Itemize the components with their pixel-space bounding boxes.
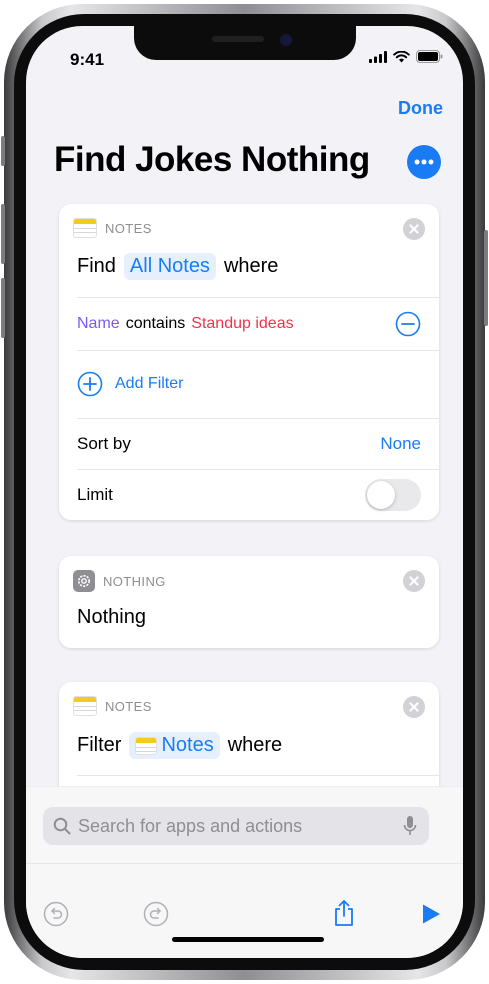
redo-icon[interactable]: [143, 901, 169, 927]
limit-label: Limit: [77, 485, 113, 504]
divider: [77, 469, 439, 470]
volume-down-button: [1, 278, 5, 338]
action-verb: Find: [77, 255, 116, 277]
notes-app-icon: [73, 218, 97, 238]
divider: [77, 775, 439, 776]
search-icon: [53, 817, 71, 835]
volume-up-button: [1, 204, 5, 264]
card-header: NOTES: [73, 696, 152, 716]
mute-switch: [1, 136, 5, 166]
play-icon[interactable]: [420, 903, 442, 925]
more-options-button[interactable]: [407, 145, 441, 179]
notch: [134, 26, 356, 60]
all-notes-token[interactable]: All Notes: [123, 253, 216, 280]
speaker: [212, 36, 264, 42]
divider: [77, 350, 439, 351]
sort-by-label: Sort by: [77, 434, 131, 453]
done-button[interactable]: Done: [398, 98, 443, 119]
front-camera: [280, 34, 292, 46]
battery-icon: [416, 50, 443, 63]
search-field[interactable]: Search for apps and actions: [43, 807, 429, 845]
divider: [77, 297, 439, 298]
search-placeholder: Search for apps and actions: [78, 815, 303, 836]
action-search-panel: Search for apps and actions: [26, 786, 463, 958]
limit-toggle[interactable]: [365, 479, 421, 511]
card-header: NOTES: [73, 218, 152, 238]
action-summary: Nothing: [77, 606, 146, 628]
card-header: NOTHING: [73, 570, 166, 592]
divider: [77, 418, 439, 419]
sort-by-value[interactable]: None: [380, 434, 421, 454]
cellular-signal-icon: [369, 50, 387, 63]
add-filter-row[interactable]: Add Filter: [77, 371, 421, 397]
status-icons: [369, 50, 443, 63]
status-time: 9:41: [70, 50, 105, 69]
notes-app-icon: [135, 736, 158, 755]
nothing-action-card: NOTHING Nothing: [59, 556, 439, 648]
action-summary: Filter Notes where: [77, 732, 282, 759]
card-app-label: NOTES: [105, 698, 152, 714]
power-button: [484, 230, 488, 326]
remove-action-button[interactable]: [403, 696, 425, 718]
add-filter-icon: [77, 371, 103, 397]
card-app-label: NOTHING: [103, 573, 166, 589]
action-verb: Filter: [77, 734, 122, 756]
filter-operator[interactable]: contains: [126, 315, 186, 333]
notes-token[interactable]: Notes: [129, 732, 220, 759]
wifi-icon: [393, 50, 410, 62]
toolbar-divider: [26, 863, 463, 864]
notes-app-icon: [73, 696, 97, 716]
find-notes-action-card: NOTES Find All Notes where Name contains…: [59, 204, 439, 520]
action-summary: Find All Notes where: [77, 253, 278, 280]
gear-icon: [73, 570, 95, 592]
microphone-icon[interactable]: [403, 815, 417, 837]
ellipsis-icon: [414, 159, 434, 165]
filter-value[interactable]: Standup ideas: [191, 315, 293, 333]
add-filter-label: Add Filter: [115, 375, 184, 392]
remove-filter-icon[interactable]: [395, 311, 421, 337]
home-indicator: [172, 937, 324, 942]
sort-by-row[interactable]: Sort by None: [77, 432, 421, 456]
toggle-knob: [367, 481, 395, 509]
device-frame: 9:41 Done Find Jokes Nothing NOTES Find …: [1, 4, 488, 980]
limit-row: Limit: [77, 479, 421, 511]
filter-row: Name contains Standup ideas: [77, 311, 421, 337]
filter-field[interactable]: Name: [77, 315, 120, 333]
undo-icon[interactable]: [43, 901, 69, 927]
shortcut-title[interactable]: Find Jokes Nothing: [54, 140, 370, 180]
card-app-label: NOTES: [105, 220, 152, 236]
remove-action-button[interactable]: [403, 218, 425, 240]
notes-token-label: Notes: [161, 734, 214, 756]
remove-action-button[interactable]: [403, 570, 425, 592]
share-icon[interactable]: [332, 899, 356, 927]
screen: 9:41 Done Find Jokes Nothing NOTES Find …: [26, 26, 463, 958]
action-suffix: where: [227, 734, 283, 756]
action-suffix: where: [223, 255, 279, 277]
